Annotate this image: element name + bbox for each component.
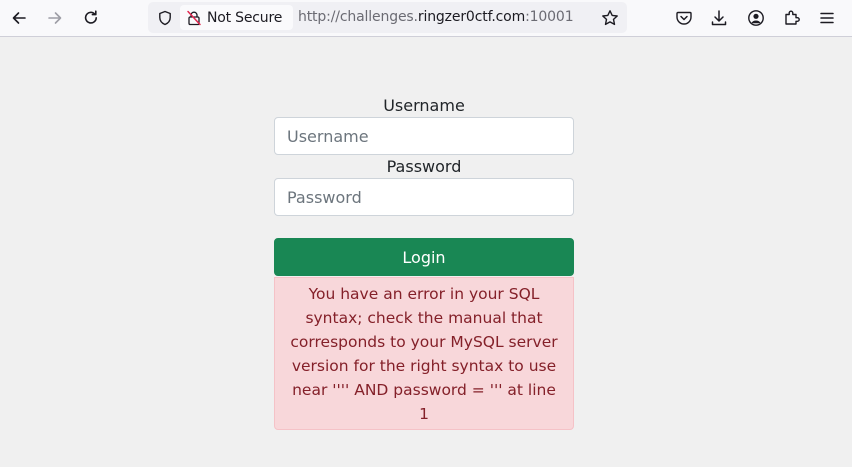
security-label: Not Secure bbox=[207, 9, 283, 26]
reload-icon bbox=[84, 10, 97, 24]
forward-button[interactable] bbox=[41, 4, 69, 32]
extensions-button[interactable] bbox=[778, 4, 806, 32]
url-host: ringzer0ctf.com bbox=[417, 9, 526, 25]
tracking-shield-icon bbox=[159, 10, 171, 26]
sql-error-alert: You have an error in your SQL syntax; ch… bbox=[274, 277, 574, 430]
url-suffix: :10001 bbox=[525, 9, 574, 25]
downloads-icon bbox=[711, 10, 727, 26]
pocket-icon bbox=[676, 11, 692, 25]
error-message: You have an error in your SQL syntax; ch… bbox=[290, 284, 558, 423]
bookmark-button[interactable] bbox=[598, 6, 622, 30]
account-button[interactable] bbox=[742, 4, 770, 32]
reload-button[interactable] bbox=[77, 4, 105, 32]
bookmark-star-icon bbox=[602, 10, 618, 26]
username-input[interactable] bbox=[274, 117, 574, 155]
pocket-button[interactable] bbox=[670, 4, 698, 32]
extensions-icon bbox=[785, 10, 800, 25]
menu-icon bbox=[820, 12, 834, 24]
address-bar[interactable]: Not Secure http://challenges.ringzer0ctf… bbox=[148, 2, 627, 33]
forward-arrow-icon bbox=[48, 12, 62, 24]
tracking-protection-button[interactable] bbox=[154, 7, 176, 29]
account-icon bbox=[748, 10, 764, 26]
password-input[interactable] bbox=[274, 178, 574, 216]
login-button[interactable]: Login bbox=[274, 238, 574, 276]
back-button[interactable] bbox=[5, 4, 33, 32]
url-prefix: http://challenges. bbox=[298, 9, 418, 25]
password-label: Password bbox=[386, 157, 462, 176]
back-arrow-icon bbox=[12, 12, 26, 24]
insecure-lock-icon bbox=[187, 10, 201, 25]
login-form: Username Password Login bbox=[274, 94, 574, 276]
site-security-indicator[interactable]: Not Secure bbox=[180, 5, 293, 30]
url-text[interactable]: http://challenges.ringzer0ctf.com:10001 bbox=[298, 9, 574, 25]
username-label: Username bbox=[383, 96, 465, 115]
app-menu-button[interactable] bbox=[813, 4, 841, 32]
browser-toolbar: Not Secure http://challenges.ringzer0ctf… bbox=[0, 0, 852, 37]
downloads-button[interactable] bbox=[705, 4, 733, 32]
